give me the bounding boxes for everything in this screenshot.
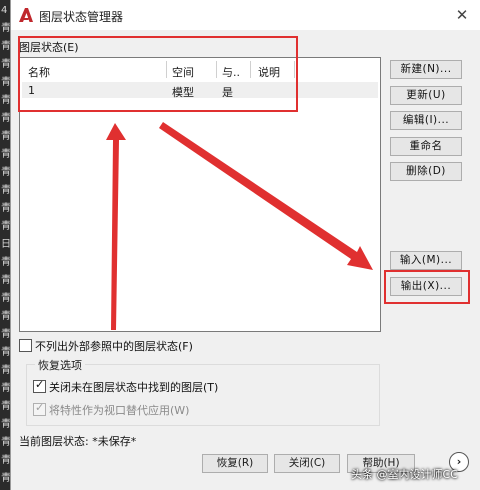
layer-state-manager-dialog: 图层状态管理器 ✕ 图层状态(E) 名称 空间 与.. 说明 1 模型 是 新建… [10, 0, 480, 490]
annotation-arrow-up [106, 123, 126, 330]
annotation-arrow-right [159, 122, 373, 270]
annotation-arrows [106, 122, 373, 330]
watermark-text: 头条 @室内设计师CC [351, 468, 458, 481]
